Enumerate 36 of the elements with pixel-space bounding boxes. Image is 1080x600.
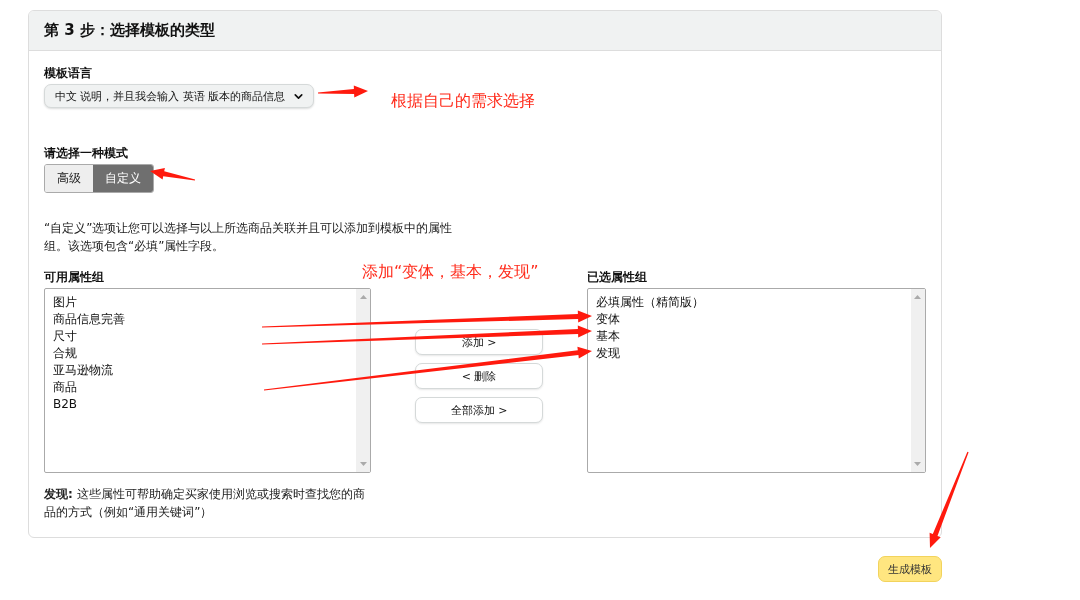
- list-item[interactable]: 商品信息完善: [53, 311, 349, 328]
- list-box[interactable]: 必填属性（精简版） 变体 基本 发现: [586, 288, 926, 473]
- scrollbar[interactable]: [911, 289, 925, 472]
- list-label: 可用属性组: [44, 269, 105, 286]
- list-box[interactable]: 图片 商品信息完善 尺寸 合规 亚马逊物流 商品 B2B: [44, 288, 372, 473]
- list-item[interactable]: 亚马逊物流: [53, 362, 349, 379]
- list-item[interactable]: 尺寸: [53, 328, 349, 345]
- action-button[interactable]: < 删除: [415, 363, 543, 389]
- note-text: 发现: 这些属性可帮助确定买家使用浏览或搜索时查找您的商品的方式（例如“通用关键词”）: [44, 486, 366, 521]
- description-text: “自定义”选项让您可以选择与以上所选商品关联并且可以添加到模板中的属性组。该选项包含“必填”属性字段。: [44, 220, 454, 255]
- generate-button[interactable]: 生成模板: [878, 556, 942, 582]
- action-button[interactable]: 全部添加 >: [415, 397, 543, 423]
- annotation-arrow: [150, 167, 196, 181]
- field-label: 请选择一种模式: [44, 145, 129, 162]
- mode-toggle[interactable]: 自定义: [93, 165, 153, 192]
- mode-toggle[interactable]: 高级: [45, 165, 93, 192]
- list-item[interactable]: B2B: [53, 396, 349, 413]
- list-item[interactable]: 变体: [595, 311, 903, 328]
- list-label: 已选属性组: [586, 269, 648, 286]
- scroll-up-icon[interactable]: [914, 295, 922, 299]
- list-item[interactable]: 发现: [595, 345, 903, 362]
- scroll-down-icon[interactable]: [914, 462, 922, 466]
- scroll-down-icon[interactable]: [359, 462, 367, 466]
- scrollbar[interactable]: [356, 289, 371, 472]
- annotation-arrow: [318, 85, 368, 98]
- list-item[interactable]: 基本: [595, 328, 903, 345]
- annotation-text: 根据自己的需求选择: [391, 91, 535, 112]
- list-item[interactable]: 必填属性（精简版）: [595, 294, 903, 311]
- language-dropdown[interactable]: 中文 说明，并且我会输入 英语 版本的商品信息: [44, 84, 314, 108]
- step-title: 第 3 步：选择模板的类型: [44, 21, 215, 40]
- annotation-text: 添加“变体，基本，发现”: [362, 262, 539, 283]
- list-item[interactable]: 合规: [53, 345, 349, 362]
- list-item[interactable]: 商品: [53, 379, 349, 396]
- field-label: 模板语言: [44, 65, 93, 82]
- list-item[interactable]: 图片: [53, 294, 349, 311]
- scroll-up-icon[interactable]: [359, 295, 367, 299]
